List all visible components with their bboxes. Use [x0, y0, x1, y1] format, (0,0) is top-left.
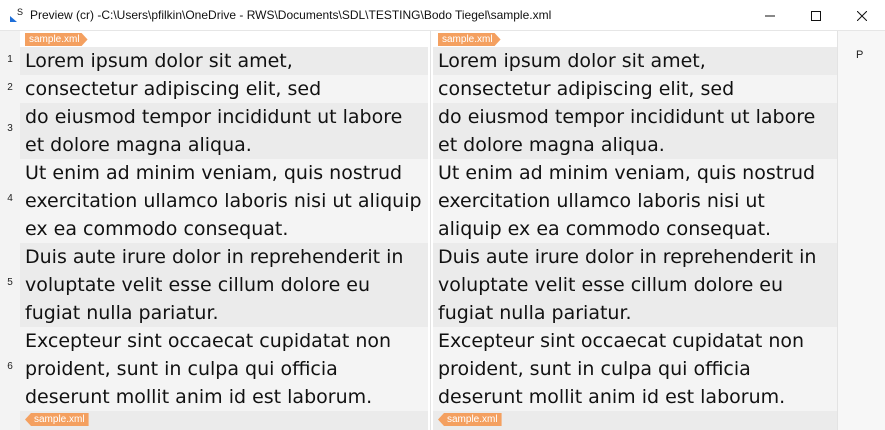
segment-text: Excepteur sint occaecat cupidatat non pr…	[25, 330, 392, 408]
source-segment-4[interactable]: Ut enim ad minim veniam, quis nostrud ex…	[20, 159, 428, 243]
target-segment-6[interactable]: Excepteur sint occaecat cupidatat non pr…	[433, 327, 837, 411]
window-title: Preview (cr) -C:\Users\pfilkin\OneDrive …	[30, 8, 552, 22]
close-tag[interactable]: sample.xml	[438, 413, 502, 426]
side-panel-label: P	[856, 49, 864, 61]
line-number: 1	[7, 54, 13, 65]
segment-text: consectetur adipiscing elit, sed	[25, 78, 322, 100]
close-button[interactable]	[839, 0, 885, 31]
target-segment-4[interactable]: Ut enim ad minim veniam, quis nostrud ex…	[433, 159, 837, 243]
target-segment-2[interactable]: consectetur adipiscing elit, sed	[433, 75, 837, 103]
segment-text: Duis aute irure dolor in reprehenderit i…	[25, 246, 404, 324]
side-panel[interactable]: P	[837, 31, 885, 430]
segment-text: Excepteur sint occaecat cupidatat non pr…	[438, 330, 805, 408]
app-logo-icon: S	[10, 7, 23, 22]
segment-text: Ut enim ad minim veniam, quis nostrud ex…	[25, 162, 422, 240]
segment-text: do eiusmod tempor incididunt ut labore e…	[438, 106, 816, 156]
close-icon	[857, 10, 867, 21]
minimize-icon	[765, 15, 775, 16]
open-tag[interactable]: sample.xml	[438, 33, 501, 46]
line-number: 3	[7, 123, 13, 134]
line-number: 6	[7, 361, 13, 372]
source-segment-2[interactable]: consectetur adipiscing elit, sed	[20, 75, 428, 103]
segment-text: Lorem ipsum dolor sit amet,	[25, 50, 293, 72]
maximize-icon	[811, 10, 821, 21]
segment-text: do eiusmod tempor incididunt ut labore e…	[25, 106, 403, 156]
title-bar: S Preview (cr) -C:\Users\pfilkin\OneDriv…	[0, 0, 885, 31]
close-tag[interactable]: sample.xml	[25, 413, 89, 426]
line-number: 4	[7, 193, 13, 204]
source-segment-1[interactable]: Lorem ipsum dolor sit amet,	[20, 47, 428, 75]
target-segment-3[interactable]: do eiusmod tempor incididunt ut labore e…	[433, 103, 837, 159]
source-pane[interactable]: sample.xml Lorem ipsum dolor sit amet, c…	[20, 31, 428, 430]
source-segment-5[interactable]: Duis aute irure dolor in reprehenderit i…	[20, 243, 428, 327]
line-number: 5	[7, 277, 13, 288]
maximize-button[interactable]	[793, 0, 839, 31]
minimize-button[interactable]	[747, 0, 793, 31]
line-number: 2	[7, 82, 13, 93]
source-segment-3[interactable]: do eiusmod tempor incididunt ut labore e…	[20, 103, 428, 159]
target-segment-1[interactable]: Lorem ipsum dolor sit amet,	[433, 47, 837, 75]
segment-text: Ut enim ad minim veniam, quis nostrud ex…	[438, 162, 816, 240]
segment-text: Duis aute irure dolor in reprehenderit i…	[438, 246, 817, 324]
line-number-gutter: 1 2 3 4 5 6	[0, 31, 20, 430]
segment-text: consectetur adipiscing elit, sed	[438, 78, 735, 100]
open-tag[interactable]: sample.xml	[25, 33, 88, 46]
preview-area: 1 2 3 4 5 6 sample.xml Lorem ipsum dolor…	[0, 31, 885, 430]
segment-text: Lorem ipsum dolor sit amet,	[438, 50, 706, 72]
target-pane[interactable]: sample.xml Lorem ipsum dolor sit amet, c…	[433, 31, 837, 430]
source-segment-6[interactable]: Excepteur sint occaecat cupidatat non pr…	[20, 327, 428, 411]
svg-text:S: S	[17, 7, 23, 17]
target-segment-5[interactable]: Duis aute irure dolor in reprehenderit i…	[433, 243, 837, 327]
